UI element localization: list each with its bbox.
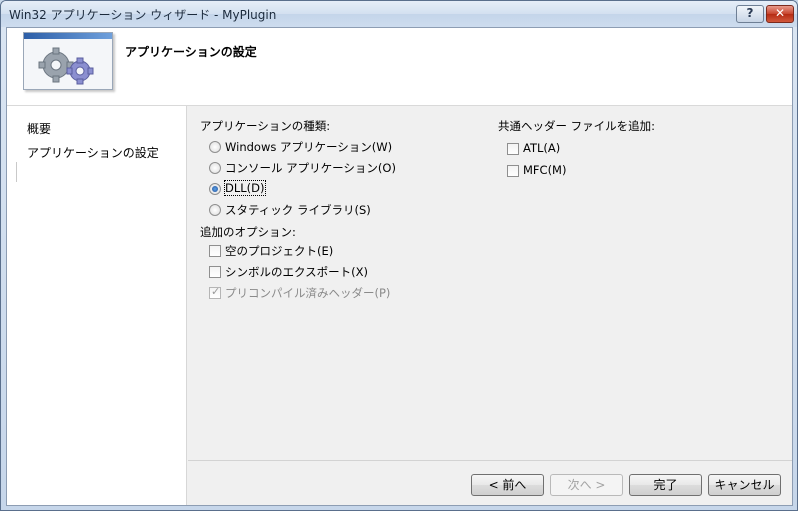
radio-windows-app-indicator[interactable] [209, 141, 221, 153]
radio-windows-app-label[interactable]: Windows アプリケーション(W) [225, 139, 392, 155]
footer-divider [188, 460, 792, 461]
checkbox-empty-project-box[interactable] [209, 245, 221, 257]
radio-static-lib-indicator[interactable] [209, 204, 221, 216]
radio-dll-indicator[interactable] [209, 183, 221, 195]
sidebar-item-overview[interactable]: 概要 [27, 120, 51, 137]
next-button: 次へ > [550, 474, 623, 496]
additional-options-label: 追加のオプション: [200, 225, 296, 239]
help-button[interactable]: ? [736, 5, 764, 23]
checkbox-mfc-label[interactable]: MFC(M) [523, 163, 566, 177]
checkbox-empty-project-label[interactable]: 空のプロジェクト(E) [225, 243, 333, 259]
radio-static-lib-label[interactable]: スタティック ライブラリ(S) [225, 202, 371, 218]
checkbox-precompiled-header-box: ✓ [209, 285, 221, 299]
checkbox-export-symbols-box[interactable] [209, 266, 221, 278]
common-headers-label: 共通ヘッダー ファイルを追加: [498, 119, 656, 133]
finish-button[interactable]: 完了 [629, 474, 702, 496]
checkbox-mfc-box[interactable] [507, 165, 519, 177]
page-title: アプリケーションの設定 [125, 45, 257, 59]
radio-console-app-label[interactable]: コンソール アプリケーション(O) [225, 160, 396, 176]
check-mark-icon: ✓ [211, 285, 221, 298]
cancel-button[interactable]: キャンセル [708, 474, 781, 496]
sidebar-current-marker [16, 162, 17, 182]
wizard-window: Win32 アプリケーション ウィザード - MyPlugin ? ✕ アプリケ… [0, 0, 798, 511]
sidebar-item-app-settings[interactable]: アプリケーションの設定 [27, 144, 159, 161]
checkbox-export-symbols-label[interactable]: シンボルのエクスポート(X) [225, 264, 368, 280]
dialog-client-area: アプリケーションの設定 概要 アプリケーションの設定 アプリケーションの種類: … [6, 27, 793, 506]
checkbox-precompiled-header-label: プリコンパイル済みヘッダー(P) [225, 286, 391, 300]
settings-panel: アプリケーションの種類: Windows アプリケーション(W) コンソール ア… [188, 106, 792, 460]
gears-icon [23, 32, 113, 90]
title-bar[interactable]: Win32 アプリケーション ウィザード - MyPlugin ? ✕ [1, 1, 797, 27]
checkbox-atl-label[interactable]: ATL(A) [523, 141, 560, 155]
wizard-header: アプリケーションの設定 [7, 28, 792, 106]
window-title: Win32 アプリケーション ウィザード - MyPlugin [9, 8, 277, 22]
app-type-label: アプリケーションの種類: [200, 119, 331, 133]
radio-console-app-indicator[interactable] [209, 162, 221, 174]
wizard-sidebar: 概要 アプリケーションの設定 [7, 106, 187, 505]
prev-button[interactable]: < 前へ [471, 474, 544, 496]
checkbox-atl-box[interactable] [507, 143, 519, 155]
close-button[interactable]: ✕ [766, 5, 794, 23]
radio-dll-label[interactable]: DLL(D) [224, 180, 266, 196]
